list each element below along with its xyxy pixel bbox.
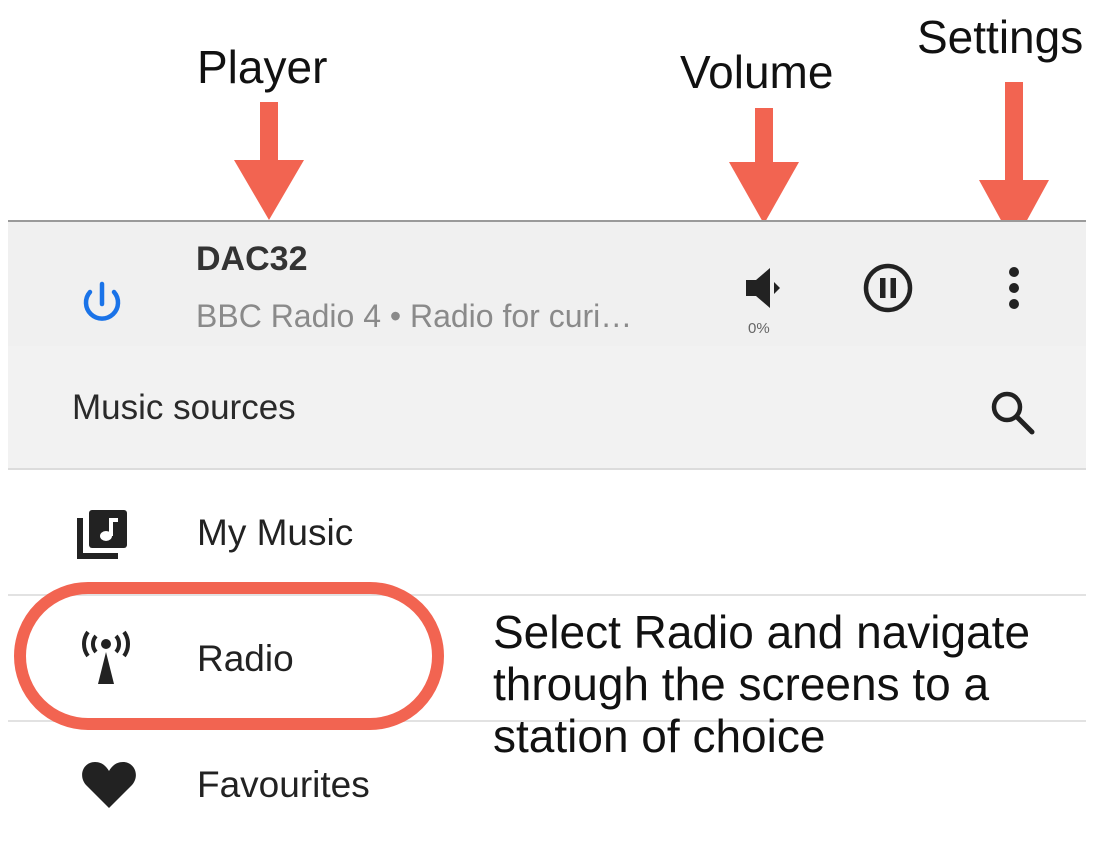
- music-sources-title: Music sources: [72, 388, 296, 427]
- player-name: DAC32: [196, 240, 308, 278]
- annotation-volume: Volume: [680, 46, 834, 98]
- arrow-to-volume: [729, 108, 799, 224]
- list-item-label: My Music: [197, 512, 354, 553]
- pause-circle-icon[interactable]: [862, 262, 914, 314]
- power-icon[interactable]: [76, 278, 128, 330]
- annotation-player: Player: [197, 41, 328, 93]
- callout-line-3: station of choice: [493, 710, 826, 762]
- list-item-label: Favourites: [197, 764, 370, 805]
- volume-percent: 0%: [748, 320, 770, 337]
- list-item-my-music[interactable]: My Music: [8, 470, 1086, 596]
- annotation-settings: Settings: [917, 11, 1084, 63]
- radio-highlight-ring: [14, 582, 444, 730]
- now-playing-text: BBC Radio 4 • Radio for curi…: [196, 298, 633, 334]
- callout-line-2: through the screens to a: [493, 658, 990, 710]
- library-music-icon: [77, 510, 127, 559]
- player-bar[interactable]: DAC32 BBC Radio 4 • Radio for curi… 0%: [8, 220, 1086, 348]
- music-sources-header: Music sources: [8, 346, 1086, 470]
- search-icon[interactable]: [988, 388, 1038, 438]
- arrow-to-player: [234, 102, 304, 220]
- callout-line-1: Select Radio and navigate: [493, 606, 1031, 658]
- heart-icon: [82, 762, 136, 808]
- volume-icon[interactable]: [744, 266, 784, 310]
- more-vert-icon[interactable]: [1002, 264, 1026, 314]
- radio-callout: Select Radio and navigate through the sc…: [493, 606, 1030, 762]
